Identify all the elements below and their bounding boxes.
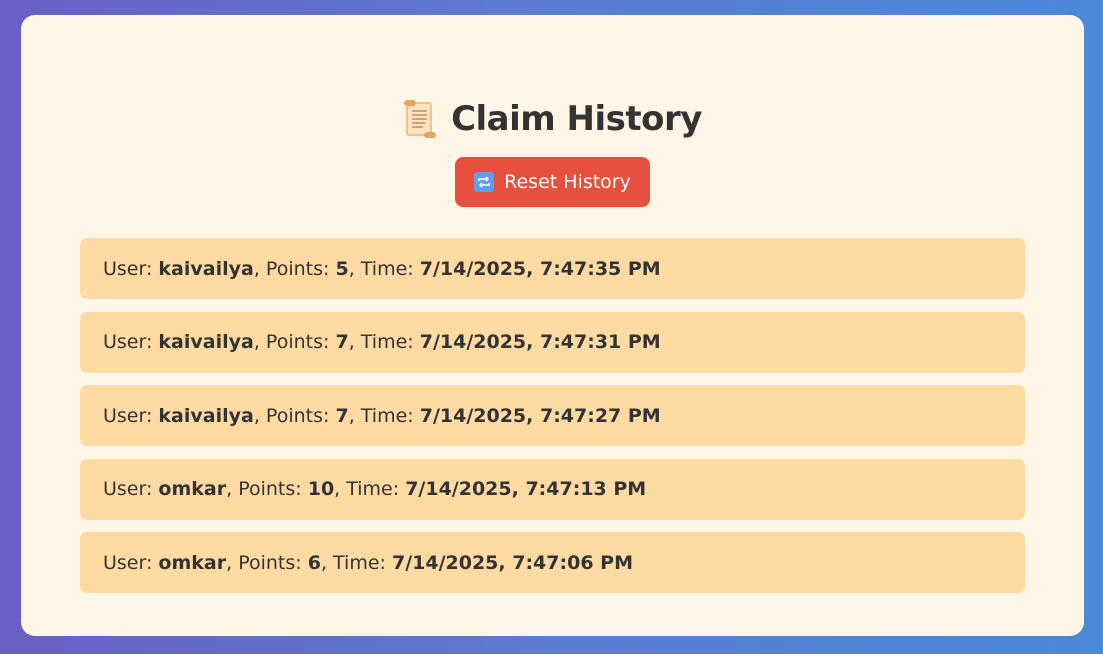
- time-label: , Time:: [348, 404, 420, 427]
- user-label: User:: [103, 257, 159, 280]
- page-header: Claim History: [21, 99, 1084, 139]
- scroll-icon: [403, 100, 437, 138]
- history-points: 7: [335, 404, 349, 427]
- history-points: 5: [335, 257, 349, 280]
- history-time: 7/14/2025, 7:47:06 PM: [391, 551, 633, 574]
- user-label: User:: [103, 551, 159, 574]
- history-time: 7/14/2025, 7:47:27 PM: [419, 404, 661, 427]
- points-label: , Points:: [226, 551, 308, 574]
- history-entry: User: omkar, Points: 10, Time: 7/14/2025…: [80, 458, 1025, 520]
- history-user: kaivailya: [158, 331, 254, 353]
- history-user: omkar: [158, 551, 227, 574]
- claim-history-card: Claim History Reset History User: kaivai…: [21, 15, 1084, 636]
- history-user: kaivailya: [158, 404, 254, 427]
- reset-history-button[interactable]: Reset History: [455, 157, 650, 207]
- history-points: 6: [307, 551, 321, 574]
- points-label: , Points:: [253, 404, 336, 427]
- user-label: User:: [103, 404, 159, 427]
- history-time: 7/14/2025, 7:47:13 PM: [405, 478, 647, 500]
- page-title: Claim History: [451, 99, 702, 139]
- history-entry: User: kaivailya, Points: 7, Time: 7/14/2…: [80, 311, 1025, 373]
- history-list: User: kaivailya, Points: 5, Time: 7/14/2…: [80, 238, 1025, 606]
- time-label: , Time:: [348, 331, 420, 353]
- time-label: , Time:: [320, 551, 392, 574]
- history-time: 7/14/2025, 7:47:35 PM: [419, 257, 661, 280]
- points-label: , Points:: [253, 331, 336, 353]
- history-entry: User: kaivailya, Points: 5, Time: 7/14/2…: [80, 238, 1025, 299]
- user-label: User:: [103, 478, 159, 500]
- time-label: , Time:: [334, 478, 406, 500]
- repeat-icon: [474, 172, 495, 192]
- history-points: 7: [335, 331, 349, 353]
- history-time: 7/14/2025, 7:47:31 PM: [419, 331, 661, 353]
- user-label: User:: [103, 331, 159, 353]
- history-user: omkar: [158, 478, 227, 500]
- points-label: , Points:: [253, 257, 336, 280]
- points-label: , Points:: [226, 478, 308, 500]
- reset-history-label: Reset History: [504, 171, 631, 193]
- time-label: , Time:: [348, 257, 420, 280]
- history-user: kaivailya: [158, 257, 254, 280]
- history-points: 10: [307, 478, 335, 500]
- history-entry: User: kaivailya, Points: 7, Time: 7/14/2…: [80, 385, 1025, 446]
- history-entry: User: omkar, Points: 6, Time: 7/14/2025,…: [80, 532, 1025, 593]
